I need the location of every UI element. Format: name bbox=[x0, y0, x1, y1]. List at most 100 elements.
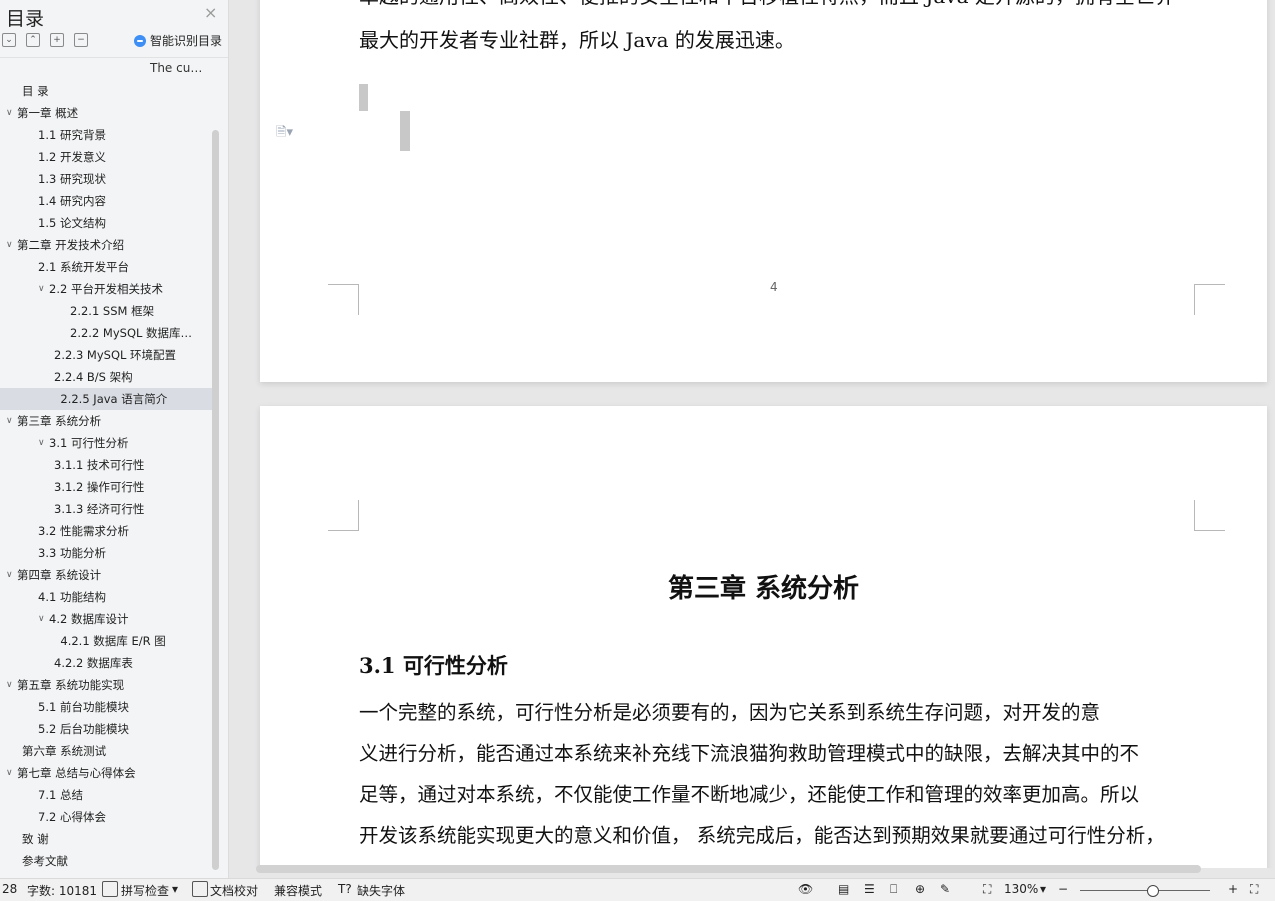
toc-item[interactable]: 2.2.2 MySQL 数据库… bbox=[0, 322, 212, 344]
compat-mode-label: 兼容模式 bbox=[274, 884, 323, 898]
spell-check-icon bbox=[102, 881, 118, 897]
expand-up-icon[interactable]: ⌃ bbox=[26, 33, 40, 47]
chapter-heading[interactable]: 第三章 系统分析 bbox=[260, 568, 1267, 605]
close-icon[interactable]: × bbox=[204, 3, 217, 22]
smart-recognize-label: 智能识别目录 bbox=[150, 34, 223, 48]
fit-page-icon[interactable]: ⛶ bbox=[983, 882, 991, 897]
chevron-down-icon[interactable]: ∨ bbox=[6, 410, 16, 426]
paragraph-line[interactable]: 义进行分析，能否通过本系统来补充线下流浪猫狗救助管理模式中的缺限，去解决其中的不 bbox=[359, 733, 1194, 774]
page-view-icon[interactable]: ▤ bbox=[838, 882, 849, 896]
toc-item[interactable]: 1.1 研究背景 bbox=[0, 124, 212, 146]
word-count[interactable]: 字数: 10181 bbox=[27, 882, 97, 899]
toc-item[interactable]: 1.3 研究现状 bbox=[0, 168, 212, 190]
paragraph-line[interactable]: 一个完整的系统，可行性分析是必须要有的，因为它关系到系统生存问题，对开发的意 bbox=[359, 692, 1194, 733]
toc-item[interactable]: 致 谢 bbox=[0, 828, 212, 850]
paragraph-mark bbox=[359, 84, 368, 111]
toc-item-label: 1.3 研究现状 bbox=[38, 172, 106, 186]
web-view-icon[interactable]: ⊕ bbox=[915, 882, 925, 896]
toc-item[interactable]: ∨ 2.2 平台开发相关技术 bbox=[0, 278, 212, 300]
remove-heading-icon[interactable]: − bbox=[74, 33, 88, 47]
page-indicator[interactable]: 28 bbox=[2, 882, 17, 896]
toc-item[interactable]: 2.2.5 Java 语言简介 bbox=[0, 388, 212, 410]
toc-item[interactable]: 1.2 开发意义 bbox=[0, 146, 212, 168]
horizontal-scrollbar[interactable] bbox=[236, 862, 1262, 876]
doc-check-button[interactable]: 文档校对 bbox=[210, 882, 258, 899]
toc-item[interactable]: 7.2 心得体会 bbox=[0, 806, 212, 828]
toc-item[interactable]: 3.1.3 经济可行性 bbox=[0, 498, 212, 520]
toc-item-label: 第七章 总结与心得体会 bbox=[17, 766, 136, 780]
toc-item[interactable]: 4.2.1 数据库 E/R 图 bbox=[0, 630, 212, 652]
toc-item-label: 3.1.1 技术可行性 bbox=[54, 458, 145, 472]
chevron-down-icon[interactable]: ∨ bbox=[6, 674, 16, 690]
toc-item[interactable]: 2.2.1 SSM 框架 bbox=[0, 300, 212, 322]
spell-check-button[interactable]: 拼写检查 bbox=[121, 882, 169, 899]
outline-view-icon[interactable]: ☰ bbox=[864, 882, 875, 896]
body-text-line[interactable]: 卓越的通用性、高效性、便推的安全性和平台移植性特点，而且 Java 是开源的，拥… bbox=[359, 0, 1175, 9]
chevron-down-icon[interactable]: ∨ bbox=[38, 278, 48, 294]
toc-item[interactable]: 3.3 功能分析 bbox=[0, 542, 212, 564]
toc-item[interactable]: 1.5 论文结构 bbox=[0, 212, 212, 234]
zoom-dropdown-icon[interactable]: ▾ bbox=[1040, 882, 1046, 896]
toc-item-label: 4.1 功能结构 bbox=[38, 590, 106, 604]
toc-list: 目 录 ∨ 第一章 概述 1.1 研究背景 1.2 开发意义 1.3 研究现状 1.4 研究… bbox=[0, 80, 212, 872]
smart-recognize-toc-button[interactable]: 智能识别目录 bbox=[134, 32, 222, 49]
pen-icon[interactable]: ✎ bbox=[940, 882, 950, 896]
eye-protection-icon[interactable]: 👁 bbox=[798, 882, 813, 896]
doc-options-icon[interactable]: 🗎▾ bbox=[276, 123, 293, 145]
chevron-down-icon[interactable]: ∨ bbox=[6, 762, 16, 778]
chevron-down-icon[interactable]: ∨ bbox=[38, 432, 48, 448]
section-heading[interactable]: 3.1 可行性分析 bbox=[359, 650, 508, 680]
zoom-slider-handle[interactable] bbox=[1146, 885, 1159, 897]
toc-item[interactable]: 1.4 研究内容 bbox=[0, 190, 212, 212]
toc-item[interactable]: 目 录 bbox=[0, 80, 212, 102]
toc-item[interactable]: ∨ 第四章 系统设计 bbox=[0, 564, 212, 586]
zoom-slider[interactable] bbox=[1080, 890, 1210, 891]
toc-item[interactable]: 7.1 总结 bbox=[0, 784, 212, 806]
add-heading-icon[interactable]: + bbox=[50, 33, 64, 47]
toc-item-label: 5.2 后台功能模块 bbox=[38, 722, 129, 736]
chevron-down-icon[interactable]: ∨ bbox=[6, 234, 16, 250]
toc-item[interactable]: 5.2 后台功能模块 bbox=[0, 718, 212, 740]
paragraph-line[interactable]: 足等，通过对本系统，不仅能使工作量不断地减少，还能使工作和管理的效率更加高。所以 bbox=[359, 774, 1194, 815]
missing-font-button[interactable]: 缺失字体 bbox=[357, 882, 405, 899]
toc-item[interactable]: 5.1 前台功能模块 bbox=[0, 696, 212, 718]
toc-item[interactable]: ∨ 第五章 系统功能实现 bbox=[0, 674, 212, 696]
zoom-in-icon[interactable]: + bbox=[1228, 882, 1238, 896]
toc-item[interactable]: 第六章 系统测试 bbox=[0, 740, 212, 762]
toc-item-label: 第三章 系统分析 bbox=[17, 414, 102, 428]
paragraph-line[interactable]: 开发该系统能实现更大的意义和价值， 系统完成后，能否达到预期效果就要通过可行性分… bbox=[359, 815, 1194, 856]
toc-item[interactable]: 2.1 系统开发平台 bbox=[0, 256, 212, 278]
collapse-all-icon[interactable]: ⌄ bbox=[2, 33, 16, 47]
toc-item[interactable]: ∨ 第七章 总结与心得体会 bbox=[0, 762, 212, 784]
toc-item[interactable]: ∨ 第一章 概述 bbox=[0, 102, 212, 124]
toc-item[interactable]: 3.1.2 操作可行性 bbox=[0, 476, 212, 498]
fullscreen-icon[interactable]: ⛶ bbox=[1250, 882, 1258, 897]
toc-item[interactable]: 3.2 性能需求分析 bbox=[0, 520, 212, 542]
toc-title: 目录 bbox=[6, 8, 45, 30]
toc-item[interactable]: 参考文献 bbox=[0, 850, 212, 872]
toc-item-label: 2.2.5 Java 语言简介 bbox=[60, 392, 168, 406]
toc-item[interactable]: ∨ 4.2 数据库设计 bbox=[0, 608, 212, 630]
reading-view-icon[interactable]: ⎕ bbox=[890, 882, 897, 897]
zoom-out-icon[interactable]: − bbox=[1058, 882, 1068, 896]
toc-item-label: 致 谢 bbox=[22, 832, 49, 846]
toc-item-label: 3.1 可行性分析 bbox=[49, 436, 129, 450]
toc-item[interactable]: 4.2.2 数据库表 bbox=[0, 652, 212, 674]
paragraph[interactable]: 一个完整的系统，可行性分析是必须要有的，因为它关系到系统生存问题，对开发的意 义进… bbox=[359, 692, 1194, 856]
toc-scrollbar[interactable] bbox=[212, 130, 219, 870]
dropdown-arrow-icon[interactable]: ▾ bbox=[172, 882, 178, 896]
chevron-down-icon[interactable]: ∨ bbox=[6, 564, 16, 580]
zoom-level[interactable]: 130% bbox=[1004, 882, 1038, 896]
toc-item[interactable]: ∨ 第三章 系统分析 bbox=[0, 410, 212, 432]
toc-item[interactable]: 3.1.1 技术可行性 bbox=[0, 454, 212, 476]
toc-item[interactable]: ∨ 3.1 可行性分析 bbox=[0, 432, 212, 454]
toc-item[interactable]: ∨ 第二章 开发技术介绍 bbox=[0, 234, 212, 256]
toc-item[interactable]: 2.2.3 MySQL 环境配置 bbox=[0, 344, 212, 366]
crop-mark bbox=[328, 500, 359, 531]
body-text-line[interactable]: 最大的开发者专业社群，所以 Java 的发展迅速。 bbox=[359, 24, 795, 53]
chevron-down-icon[interactable]: ∨ bbox=[38, 608, 48, 624]
horizontal-scroll-thumb[interactable] bbox=[256, 865, 1201, 873]
toc-item[interactable]: 4.1 功能结构 bbox=[0, 586, 212, 608]
chevron-down-icon[interactable]: ∨ bbox=[6, 102, 16, 118]
toc-item[interactable]: 2.2.4 B/S 架构 bbox=[0, 366, 212, 388]
